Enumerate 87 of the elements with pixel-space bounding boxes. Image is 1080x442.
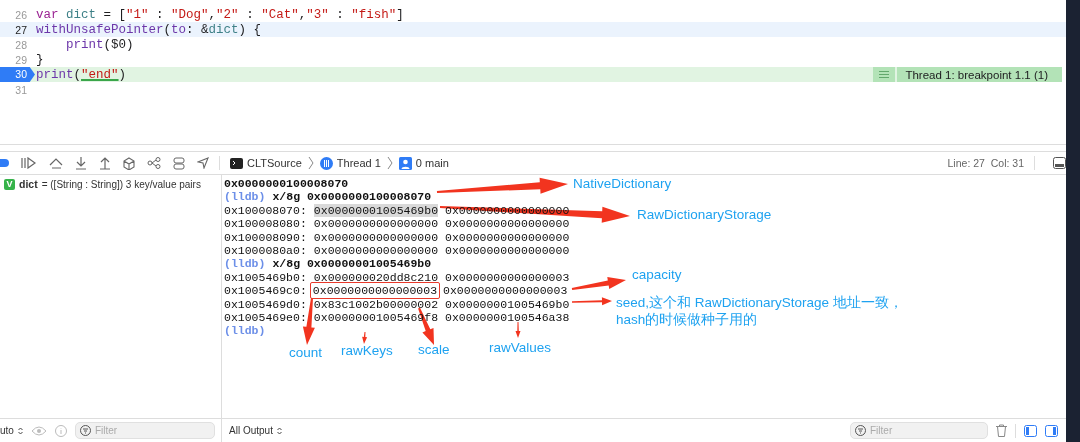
memory-value: 0x0000000000000003	[443, 284, 568, 298]
memory-value: 0x0000000000000000	[313, 243, 439, 258]
lldb-prompt: (lldb)	[224, 257, 266, 271]
panel-icon[interactable]	[1053, 157, 1066, 169]
memory-value: 0x00000001005469b0	[313, 203, 439, 218]
right-panel-icon[interactable]	[1045, 424, 1058, 437]
scope-selector[interactable]: uto	[0, 425, 23, 436]
breakpoint-annotation[interactable]: Thread 1: breakpoint 1.1 (1)	[873, 67, 1062, 82]
annotation-label: NativeDictionary	[573, 175, 672, 192]
updown-icon	[17, 426, 23, 435]
lines-icon	[879, 71, 890, 78]
annotation-label: seed,这个和 RawDictionaryStorage 地址一致， hash的时候做种子用的	[616, 294, 903, 328]
memory-value: 0x0000000000000003	[312, 284, 438, 298]
step-into-icon[interactable]	[75, 156, 87, 170]
lldb-prompt: (lldb)	[224, 324, 266, 338]
annotation-label: rawValues	[489, 339, 552, 356]
code-text: }	[35, 52, 44, 67]
person-icon	[398, 156, 412, 170]
line-number: 30	[0, 67, 35, 82]
code-text: withUnsafePointer(to: &dict) {	[35, 22, 262, 37]
updown-icon	[276, 426, 282, 435]
annotation-label: count	[289, 344, 323, 361]
filter-icon	[855, 425, 866, 436]
memory-value: 0x0000000000000000	[313, 230, 439, 244]
memory-address: 0x1000080a0:	[224, 243, 307, 258]
memory-value: 0x0000000100546a38	[445, 310, 570, 325]
step-out-icon[interactable]	[99, 156, 111, 170]
line-number: 29	[14, 53, 28, 66]
memory-value: 0x0000000000000000	[445, 243, 570, 258]
breadcrumb[interactable]: 0 main	[398, 156, 449, 170]
variable-row[interactable]: V dict = ([String : String]) 3 key/value pairs	[4, 178, 217, 190]
arrow	[571, 277, 626, 290]
variable-value: = ([String : String]) 3 key/value pairs	[41, 178, 201, 190]
code-text: var dict = ["1" : "Dog","2" : "Cat","3" : "fish"]	[35, 7, 404, 22]
memory-address: 0x100008070:	[224, 203, 307, 218]
continue-icon[interactable]	[21, 157, 37, 169]
memory-value: 0x000000020dd8c210	[313, 270, 439, 285]
filter-field[interactable]: Filter	[850, 422, 988, 439]
line-number: 28	[14, 38, 28, 51]
memory-address: 0x1005469d0:	[224, 297, 307, 311]
cursor-position: Line: 27 Col: 31	[947, 157, 1024, 169]
annotation-label: capacity	[632, 266, 682, 283]
filter-icon	[79, 425, 91, 436]
memory-value: 0x00000001005469b0	[445, 297, 570, 311]
memory-value: 0x0000000000000003	[445, 270, 570, 285]
filter-field[interactable]: Filter	[74, 422, 215, 439]
terminal-icon	[230, 157, 243, 169]
memory-value: 0x83c1002b00000002	[313, 297, 439, 311]
chevron-icon	[386, 156, 393, 170]
memory-address: 0x1005469b0:	[224, 270, 307, 285]
memory-address: 0x1005469e0:	[224, 310, 307, 325]
annotation-label: scale	[418, 341, 450, 358]
chevron-icon	[307, 156, 314, 170]
variable-name: dict	[19, 178, 38, 190]
trash-icon[interactable]	[996, 424, 1007, 437]
arrow	[572, 297, 612, 306]
line-number: 31	[14, 83, 28, 96]
breakpoints-toggle[interactable]	[0, 159, 9, 167]
annotation-label: rawKeys	[341, 342, 393, 359]
arrow	[515, 322, 521, 338]
memory-address: 0x1005469c0:	[224, 284, 307, 298]
output-selector[interactable]: All Output	[229, 425, 282, 436]
graph-icon[interactable]	[147, 157, 161, 169]
breadcrumb[interactable]: Thread 1	[319, 156, 381, 170]
thread-icon	[319, 156, 333, 170]
code-text: print("end")	[35, 67, 127, 82]
console-output: 0x0000000100008070	[224, 177, 349, 191]
memory-value: 0x0000000000000000	[445, 230, 570, 244]
location-icon[interactable]	[197, 157, 209, 169]
console-command: x/8g 0x00000001005469b0	[272, 257, 432, 271]
code-text: print($0)	[65, 37, 134, 52]
cube-icon[interactable]	[123, 156, 135, 170]
arrow	[362, 332, 368, 344]
breadcrumb[interactable]: CLTSource	[230, 157, 302, 169]
memory-address: 0x100008080:	[224, 217, 307, 231]
left-panel-icon[interactable]	[1024, 424, 1037, 437]
line-number: 27	[14, 23, 28, 36]
toggle-icon[interactable]	[173, 156, 185, 170]
memory-value: 0x0000000000000000	[313, 217, 439, 231]
lldb-prompt: (lldb)	[224, 190, 266, 204]
variable-badge: V	[4, 178, 15, 190]
annotation-label: RawDictionaryStorage	[637, 206, 772, 223]
console-command: x/8g 0x0000000100008070	[272, 190, 432, 204]
memory-address: 0x100008090:	[224, 230, 307, 244]
memory-value: 0x0000000000000000	[445, 217, 570, 231]
line-number: 26	[14, 8, 28, 21]
step-over-icon[interactable]	[49, 157, 63, 169]
